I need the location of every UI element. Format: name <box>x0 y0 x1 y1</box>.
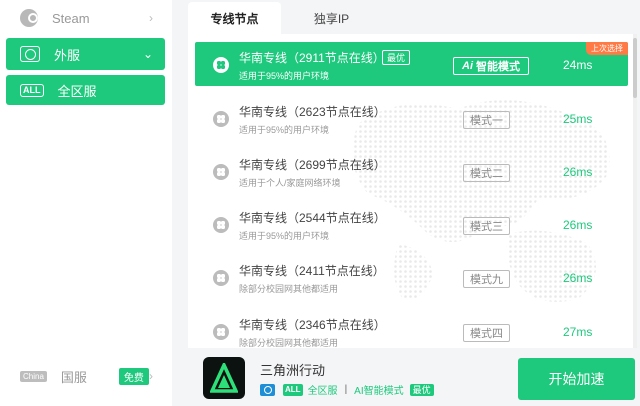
separator: | <box>344 384 348 395</box>
node-title: 华南专线（2699节点在线） <box>239 158 386 172</box>
node-row[interactable]: 华南专线（2411节点在线） 除部分校园网其他都适用 模式九 26ms <box>195 255 628 299</box>
chevron-right-icon: › <box>149 369 153 383</box>
all-badge: ALL <box>20 83 44 97</box>
latency: 24ms <box>563 58 593 72</box>
scrollbar-thumb[interactable] <box>633 38 637 98</box>
chevron-right-icon: › <box>149 11 153 25</box>
mode-button[interactable]: 模式二 <box>463 164 510 182</box>
mode-button[interactable]: 模式九 <box>463 270 510 288</box>
sidebar-item-label: Steam <box>52 10 90 26</box>
game-name: 三角洲行动 <box>260 363 326 378</box>
mode-button[interactable]: Ai 智能模式 <box>453 57 529 75</box>
china-badge: China <box>20 370 47 382</box>
sidebar-item-label: 国服 <box>60 369 87 385</box>
node-title: 华南专线（2544节点在线） <box>239 211 386 225</box>
latency: 26ms <box>563 218 593 232</box>
node-row[interactable]: 华南专线（2544节点在线） 适用于95%的用户环境 模式三 26ms <box>195 202 628 246</box>
mode-button[interactable]: 模式四 <box>463 324 510 342</box>
sidebar-item-label: 全区服 <box>57 83 97 99</box>
tab-exclusive-ip[interactable]: 独享IP <box>285 2 378 34</box>
globe-icon <box>20 46 40 62</box>
steam-icon <box>20 9 38 27</box>
node-icon <box>213 164 229 180</box>
latency: 25ms <box>563 112 593 126</box>
node-icon <box>213 217 229 233</box>
chevron-down-icon: ⌄ <box>142 47 153 61</box>
sidebar-item-china[interactable]: China 国服 免费 › <box>6 361 165 391</box>
sidebar-item-steam[interactable]: Steam › <box>6 2 165 34</box>
globe-icon <box>260 383 275 396</box>
all-badge: ALL <box>283 383 303 396</box>
tab-dedicated-nodes[interactable]: 专线节点 <box>188 2 281 34</box>
node-title: 华南专线（2346节点在线） <box>239 318 386 332</box>
region-label: 全区服 <box>307 386 338 397</box>
game-logo <box>203 357 245 399</box>
delta-logo-icon <box>210 363 238 393</box>
mode-button[interactable]: 模式一 <box>463 111 510 129</box>
node-icon <box>213 270 229 286</box>
node-title: 华南专线（2623节点在线） <box>239 105 386 119</box>
tab-bar: 专线节点 独享IP <box>188 0 640 36</box>
node-subtitle: 适用于95%的用户环境 <box>239 125 330 135</box>
start-acceleration-button[interactable]: 开始加速 <box>518 358 635 400</box>
node-subtitle: 适用于个人/家庭网络环境 <box>239 178 341 188</box>
ai-icon: Ai <box>462 60 473 72</box>
latency: 26ms <box>563 271 593 285</box>
node-title: 华南专线（2911节点在线） <box>239 51 385 65</box>
free-badge: 免费 <box>118 367 149 385</box>
node-row[interactable]: 华南专线（2911节点在线） 最优 适用于95%的用户环境 Ai 智能模式 24m… <box>195 42 628 86</box>
node-row[interactable]: 华南专线（2346节点在线） 除部分校园网其他都适用 模式四 27ms <box>195 309 628 348</box>
node-subtitle: 除部分校园网其他都适用 <box>239 284 339 294</box>
sidebar-item-all-regions[interactable]: ALL 全区服 <box>6 75 165 105</box>
scrollbar[interactable] <box>633 34 637 348</box>
game-bar: 三角洲行动 ALL 全区服 | AI智能模式 最优 开始加速 <box>188 348 640 406</box>
node-subtitle: 除部分校园网其他都适用 <box>239 338 339 348</box>
node-title: 华南专线（2411节点在线） <box>239 264 385 278</box>
sidebar-item-label: 外服 <box>54 47 81 63</box>
node-subtitle: 适用于95%的用户环境 <box>239 231 330 241</box>
best-badge: 最优 <box>409 383 434 396</box>
latency: 26ms <box>563 165 593 179</box>
node-list-panel: 华南专线（2911节点在线） 最优 适用于95%的用户环境 Ai 智能模式 24m… <box>188 34 637 348</box>
sidebar: Steam › 外服 ⌄ ALL 全区服 China 国服 免费 › <box>0 0 172 406</box>
game-tags: ALL 全区服 | AI智能模式 最优 <box>260 382 434 397</box>
best-badge: 最优 <box>382 50 411 65</box>
last-selected-badge: 上次选择 <box>586 42 628 55</box>
mode-label: AI智能模式 <box>354 386 404 397</box>
node-row[interactable]: 华南专线（2623节点在线） 适用于95%的用户环境 模式一 25ms <box>195 96 628 140</box>
node-subtitle: 适用于95%的用户环境 <box>239 71 330 81</box>
sidebar-item-foreign[interactable]: 外服 ⌄ <box>6 38 165 70</box>
node-icon <box>213 57 229 73</box>
node-icon <box>213 324 229 340</box>
mode-button[interactable]: 模式三 <box>463 217 510 235</box>
latency: 27ms <box>563 325 593 339</box>
node-icon <box>213 111 229 127</box>
node-row[interactable]: 华南专线（2699节点在线） 适用于个人/家庭网络环境 模式二 26ms <box>195 149 628 193</box>
